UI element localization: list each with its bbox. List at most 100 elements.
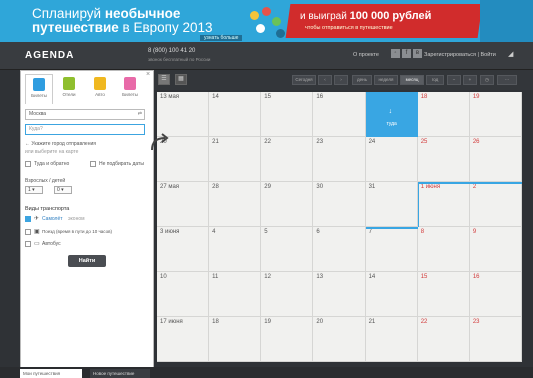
calendar-day-cell[interactable]: 2 <box>469 182 522 227</box>
calendar-day-cell[interactable]: 13 <box>313 272 366 317</box>
vk-icon[interactable]: в <box>413 49 422 58</box>
selected-departure-cell[interactable]: туда ↓ <box>365 92 418 137</box>
from-city-input[interactable]: Москва ⇄ <box>25 109 145 120</box>
tab-gifts[interactable]: Билеты <box>116 74 144 104</box>
train-checkbox[interactable] <box>25 229 31 235</box>
day-number: 10 <box>160 274 167 280</box>
auth-links[interactable]: Зарегистрироваться | Войти <box>424 52 496 58</box>
calendar-day-cell[interactable]: 16 <box>313 92 366 137</box>
calendar-day-cell[interactable]: 29 <box>261 182 314 227</box>
calendar-day-cell[interactable]: 28 <box>209 182 262 227</box>
view-month-button[interactable]: месяц <box>400 75 424 85</box>
calendar-day-cell[interactable]: 7 <box>365 227 418 272</box>
day-number: 23 <box>316 139 324 145</box>
calendar-day-cell[interactable]: 20 <box>313 317 366 362</box>
calendar-day-cell[interactable]: 30 <box>313 182 366 227</box>
my-trips-tab[interactable]: Мои путешествия <box>20 369 82 378</box>
from-city-value: Москва <box>29 111 47 117</box>
day-number: 21 <box>368 319 376 325</box>
calendar-day-cell[interactable]: 19 <box>261 317 314 362</box>
calendar-day-cell[interactable]: 10 <box>157 272 210 317</box>
calendar-day-cell[interactable]: 13 мая <box>157 92 210 137</box>
calendar-day-cell[interactable]: 21 <box>365 317 418 362</box>
day-number: 14 <box>212 94 219 100</box>
calendar-day-cell[interactable]: 3 июня <box>157 227 210 272</box>
view-year-button[interactable]: год <box>426 75 444 85</box>
prev-button[interactable]: ‹ <box>318 75 332 85</box>
calendar-day-cell[interactable]: 18 <box>209 317 262 362</box>
calendar-day-cell[interactable]: 14 <box>365 272 418 317</box>
calendar-day-cell[interactable]: 22 <box>417 317 470 362</box>
tab-cars[interactable]: Авто <box>86 74 114 104</box>
hint-sub: или выберите на карте <box>25 149 79 155</box>
calendar-day-cell[interactable]: 4 <box>209 227 262 272</box>
roundtrip-label: Туда и обратно <box>34 161 70 167</box>
swap-icon[interactable]: ⇄ <box>138 110 142 119</box>
calendar-day-cell[interactable]: 5 <box>261 227 314 272</box>
toolbar-extra-button[interactable]: ⋯ <box>497 75 517 85</box>
toolbar-option-button[interactable]: ◷ <box>480 75 494 85</box>
view-day-button[interactable]: день <box>352 75 372 85</box>
day-number: 22 <box>264 139 271 145</box>
calendar-day-cell[interactable]: 19 <box>469 92 522 137</box>
plane-icon: ✈ <box>34 216 40 222</box>
hint-link[interactable]: отправления <box>66 141 96 147</box>
calendar-day-cell[interactable]: 15 <box>261 92 314 137</box>
calendar-day-cell[interactable]: 12 <box>261 272 314 317</box>
calendar-day-cell[interactable]: 23 <box>469 317 522 362</box>
calendar-day-cell[interactable]: 23 <box>313 137 366 182</box>
calendar-day-cell[interactable]: 26 <box>469 137 522 182</box>
new-trip-tab[interactable]: Новое путешествие <box>90 369 150 378</box>
calendar-day-cell[interactable]: 27 мая <box>157 182 210 227</box>
children-select[interactable]: 0 ▾ <box>54 186 72 194</box>
calendar-day-cell[interactable]: 6 <box>313 227 366 272</box>
calendar-day-cell[interactable]: 31 <box>365 182 418 227</box>
day-number: 24 <box>368 139 376 145</box>
zoom-in-button[interactable]: + <box>463 75 477 85</box>
calendar-day-cell[interactable]: 8 <box>417 227 470 272</box>
to-city-input[interactable]: Куда? <box>25 124 145 135</box>
calendar-day-cell[interactable]: 16 <box>469 272 522 317</box>
calendar-day-cell[interactable]: 21 <box>209 137 262 182</box>
adults-select[interactable]: 1 ▾ <box>25 186 43 194</box>
about-link[interactable]: О проекте <box>353 52 379 58</box>
plane-class[interactable]: эконом <box>68 216 85 222</box>
calendar-day-cell[interactable]: 15 <box>417 272 470 317</box>
tab-label: Авто <box>95 92 105 97</box>
flexible-dates-checkbox[interactable] <box>90 161 96 167</box>
bus-checkbox[interactable] <box>25 241 31 247</box>
zoom-out-button[interactable]: − <box>447 75 461 85</box>
selection-outline <box>417 182 420 227</box>
close-icon[interactable]: × <box>146 71 150 78</box>
grid-view-icon[interactable]: ▦ <box>175 74 187 85</box>
menu-icon[interactable]: ◢ <box>508 50 518 58</box>
social-icon[interactable]: ◦ <box>391 49 400 58</box>
day-number: 31 <box>368 184 376 190</box>
calendar-day-cell[interactable]: 18 <box>417 92 470 137</box>
plane-label[interactable]: Самолёт <box>42 216 63 222</box>
today-button[interactable]: Сегодня <box>292 75 316 85</box>
view-week-button[interactable]: неделя <box>374 75 398 85</box>
tab-hotels[interactable]: Отели <box>55 74 83 104</box>
promo-banner[interactable]: Спланируй необычное путешествие в Европу… <box>0 0 533 42</box>
list-view-icon[interactable]: ☰ <box>158 74 170 85</box>
calendar-day-cell[interactable]: 24 <box>365 137 418 182</box>
facebook-icon[interactable]: f <box>402 49 411 58</box>
roundtrip-checkbox[interactable] <box>25 161 31 167</box>
tab-tickets[interactable]: Билеты <box>25 74 53 104</box>
find-button[interactable]: Найти <box>68 255 106 267</box>
day-number: 12 <box>264 274 271 280</box>
day-number: 13 <box>316 274 324 280</box>
calendar-day-cell[interactable]: 1 июня <box>417 182 470 227</box>
calendar-day-cell[interactable]: 11 <box>209 272 262 317</box>
month-calendar[interactable]: 13 мая14151617 мая18192021222324252627 м… <box>157 92 522 362</box>
calendar-day-cell[interactable]: 14 <box>209 92 262 137</box>
next-button[interactable]: › <box>334 75 348 85</box>
calendar-day-cell[interactable]: 22 <box>261 137 314 182</box>
calendar-day-cell[interactable]: 17 июня <box>157 317 210 362</box>
calendar-day-cell[interactable]: 25 <box>417 137 470 182</box>
site-logo[interactable]: AGENDA <box>25 50 74 61</box>
plane-checkbox[interactable] <box>25 216 31 222</box>
banner-more-link[interactable]: узнать больше <box>200 35 243 41</box>
calendar-day-cell[interactable]: 9 <box>469 227 522 272</box>
